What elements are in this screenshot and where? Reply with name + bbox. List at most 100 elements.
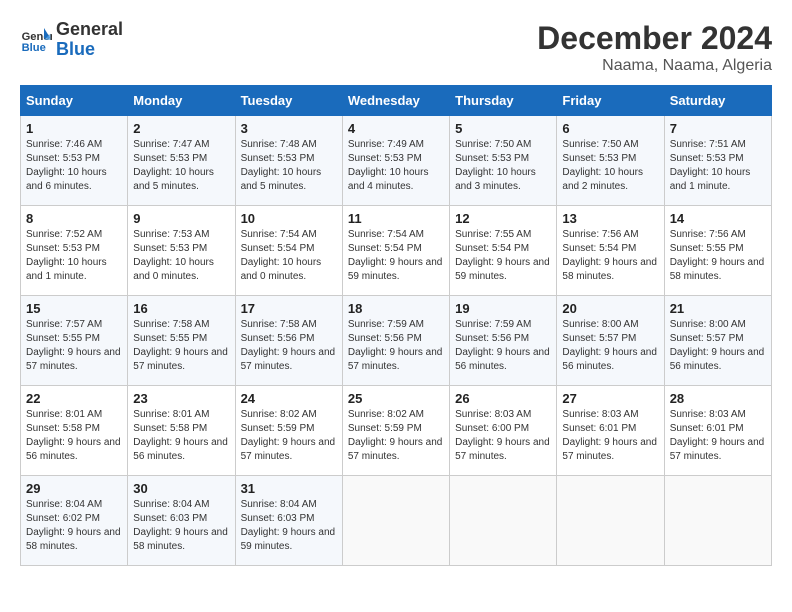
calendar-body: 1 Sunrise: 7:46 AMSunset: 5:53 PMDayligh… bbox=[21, 116, 772, 566]
day-num: 22 bbox=[26, 391, 122, 406]
day-info: Sunrise: 8:02 AMSunset: 5:59 PMDaylight:… bbox=[241, 408, 337, 464]
calendar-day-25: 25 Sunrise: 8:02 AMSunset: 5:59 PMDaylig… bbox=[342, 386, 449, 476]
day-info: Sunrise: 7:50 AMSunset: 5:53 PMDaylight:… bbox=[562, 138, 658, 194]
day-info: Sunrise: 7:59 AMSunset: 5:56 PMDaylight:… bbox=[455, 318, 551, 374]
calendar-day-19: 19 Sunrise: 7:59 AMSunset: 5:56 PMDaylig… bbox=[450, 296, 557, 386]
svg-text:Blue: Blue bbox=[22, 42, 46, 54]
day-info: Sunrise: 7:47 AMSunset: 5:53 PMDaylight:… bbox=[133, 138, 229, 194]
day-num: 31 bbox=[241, 481, 337, 496]
calendar-day-18: 18 Sunrise: 7:59 AMSunset: 5:56 PMDaylig… bbox=[342, 296, 449, 386]
location: Naama, Naama, Algeria bbox=[537, 57, 772, 75]
logo-text: General Blue bbox=[56, 20, 123, 60]
day-info: Sunrise: 8:00 AMSunset: 5:57 PMDaylight:… bbox=[670, 318, 766, 374]
day-num: 6 bbox=[562, 121, 658, 136]
day-info: Sunrise: 7:58 AMSunset: 5:55 PMDaylight:… bbox=[133, 318, 229, 374]
calendar-day-7: 7 Sunrise: 7:51 AMSunset: 5:53 PMDayligh… bbox=[664, 116, 771, 206]
calendar-day-3: 3 Sunrise: 7:48 AMSunset: 5:53 PMDayligh… bbox=[235, 116, 342, 206]
calendar-day-16: 16 Sunrise: 7:58 AMSunset: 5:55 PMDaylig… bbox=[128, 296, 235, 386]
day-info: Sunrise: 7:57 AMSunset: 5:55 PMDaylight:… bbox=[26, 318, 122, 374]
calendar-day-13: 13 Sunrise: 7:56 AMSunset: 5:54 PMDaylig… bbox=[557, 206, 664, 296]
day-num: 10 bbox=[241, 211, 337, 226]
day-info: Sunrise: 7:58 AMSunset: 5:56 PMDaylight:… bbox=[241, 318, 337, 374]
day-info: Sunrise: 8:04 AMSunset: 6:03 PMDaylight:… bbox=[133, 498, 229, 554]
day-info: Sunrise: 8:02 AMSunset: 5:59 PMDaylight:… bbox=[348, 408, 444, 464]
calendar-day-30: 30 Sunrise: 8:04 AMSunset: 6:03 PMDaylig… bbox=[128, 476, 235, 566]
calendar-day-5: 5 Sunrise: 7:50 AMSunset: 5:53 PMDayligh… bbox=[450, 116, 557, 206]
day-num: 17 bbox=[241, 301, 337, 316]
day-header-monday: Monday bbox=[128, 86, 235, 116]
day-info: Sunrise: 7:53 AMSunset: 5:53 PMDaylight:… bbox=[133, 228, 229, 284]
day-info: Sunrise: 7:51 AMSunset: 5:53 PMDaylight:… bbox=[670, 138, 766, 194]
calendar-day-4: 4 Sunrise: 7:49 AMSunset: 5:53 PMDayligh… bbox=[342, 116, 449, 206]
day-info: Sunrise: 7:48 AMSunset: 5:53 PMDaylight:… bbox=[241, 138, 337, 194]
day-info: Sunrise: 8:00 AMSunset: 5:57 PMDaylight:… bbox=[562, 318, 658, 374]
calendar-day-12: 12 Sunrise: 7:55 AMSunset: 5:54 PMDaylig… bbox=[450, 206, 557, 296]
day-num: 28 bbox=[670, 391, 766, 406]
calendar-day-22: 22 Sunrise: 8:01 AMSunset: 5:58 PMDaylig… bbox=[21, 386, 128, 476]
day-info: Sunrise: 8:04 AMSunset: 6:02 PMDaylight:… bbox=[26, 498, 122, 554]
calendar-day-9: 9 Sunrise: 7:53 AMSunset: 5:53 PMDayligh… bbox=[128, 206, 235, 296]
day-info: Sunrise: 8:03 AMSunset: 6:01 PMDaylight:… bbox=[670, 408, 766, 464]
calendar-week-5: 29 Sunrise: 8:04 AMSunset: 6:02 PMDaylig… bbox=[21, 476, 772, 566]
calendar-week-2: 8 Sunrise: 7:52 AMSunset: 5:53 PMDayligh… bbox=[21, 206, 772, 296]
day-num: 21 bbox=[670, 301, 766, 316]
day-info: Sunrise: 7:50 AMSunset: 5:53 PMDaylight:… bbox=[455, 138, 551, 194]
day-header-thursday: Thursday bbox=[450, 86, 557, 116]
day-num: 5 bbox=[455, 121, 551, 136]
empty-cell bbox=[557, 476, 664, 566]
calendar-day-17: 17 Sunrise: 7:58 AMSunset: 5:56 PMDaylig… bbox=[235, 296, 342, 386]
calendar-day-10: 10 Sunrise: 7:54 AMSunset: 5:54 PMDaylig… bbox=[235, 206, 342, 296]
day-num: 24 bbox=[241, 391, 337, 406]
day-num: 13 bbox=[562, 211, 658, 226]
day-num: 11 bbox=[348, 211, 444, 226]
day-num: 7 bbox=[670, 121, 766, 136]
day-header-tuesday: Tuesday bbox=[235, 86, 342, 116]
day-info: Sunrise: 7:49 AMSunset: 5:53 PMDaylight:… bbox=[348, 138, 444, 194]
calendar-day-8: 8 Sunrise: 7:52 AMSunset: 5:53 PMDayligh… bbox=[21, 206, 128, 296]
day-num: 18 bbox=[348, 301, 444, 316]
page-header: General Blue General Blue December 2024 … bbox=[20, 20, 772, 75]
day-info: Sunrise: 7:55 AMSunset: 5:54 PMDaylight:… bbox=[455, 228, 551, 284]
calendar-week-4: 22 Sunrise: 8:01 AMSunset: 5:58 PMDaylig… bbox=[21, 386, 772, 476]
day-num: 8 bbox=[26, 211, 122, 226]
calendar-day-28: 28 Sunrise: 8:03 AMSunset: 6:01 PMDaylig… bbox=[664, 386, 771, 476]
calendar-day-21: 21 Sunrise: 8:00 AMSunset: 5:57 PMDaylig… bbox=[664, 296, 771, 386]
day-info: Sunrise: 7:59 AMSunset: 5:56 PMDaylight:… bbox=[348, 318, 444, 374]
day-num: 25 bbox=[348, 391, 444, 406]
calendar-day-24: 24 Sunrise: 8:02 AMSunset: 5:59 PMDaylig… bbox=[235, 386, 342, 476]
day-info: Sunrise: 8:01 AMSunset: 5:58 PMDaylight:… bbox=[26, 408, 122, 464]
calendar-day-6: 6 Sunrise: 7:50 AMSunset: 5:53 PMDayligh… bbox=[557, 116, 664, 206]
day-num: 14 bbox=[670, 211, 766, 226]
day-num: 20 bbox=[562, 301, 658, 316]
day-info: Sunrise: 8:03 AMSunset: 6:00 PMDaylight:… bbox=[455, 408, 551, 464]
calendar-day-2: 2 Sunrise: 7:47 AMSunset: 5:53 PMDayligh… bbox=[128, 116, 235, 206]
day-num: 3 bbox=[241, 121, 337, 136]
calendar-day-11: 11 Sunrise: 7:54 AMSunset: 5:54 PMDaylig… bbox=[342, 206, 449, 296]
day-num: 30 bbox=[133, 481, 229, 496]
day-info: Sunrise: 7:54 AMSunset: 5:54 PMDaylight:… bbox=[241, 228, 337, 284]
day-info: Sunrise: 7:46 AMSunset: 5:53 PMDaylight:… bbox=[26, 138, 122, 194]
day-num: 27 bbox=[562, 391, 658, 406]
day-num: 15 bbox=[26, 301, 122, 316]
calendar-day-26: 26 Sunrise: 8:03 AMSunset: 6:00 PMDaylig… bbox=[450, 386, 557, 476]
day-num: 4 bbox=[348, 121, 444, 136]
calendar-week-1: 1 Sunrise: 7:46 AMSunset: 5:53 PMDayligh… bbox=[21, 116, 772, 206]
calendar-table: SundayMondayTuesdayWednesdayThursdayFrid… bbox=[20, 85, 772, 566]
calendar-day-29: 29 Sunrise: 8:04 AMSunset: 6:02 PMDaylig… bbox=[21, 476, 128, 566]
logo-icon: General Blue bbox=[20, 24, 52, 56]
day-num: 23 bbox=[133, 391, 229, 406]
day-header-friday: Friday bbox=[557, 86, 664, 116]
day-num: 29 bbox=[26, 481, 122, 496]
calendar-day-20: 20 Sunrise: 8:00 AMSunset: 5:57 PMDaylig… bbox=[557, 296, 664, 386]
day-info: Sunrise: 7:56 AMSunset: 5:54 PMDaylight:… bbox=[562, 228, 658, 284]
logo: General Blue General Blue bbox=[20, 20, 123, 60]
day-info: Sunrise: 7:54 AMSunset: 5:54 PMDaylight:… bbox=[348, 228, 444, 284]
calendar-week-3: 15 Sunrise: 7:57 AMSunset: 5:55 PMDaylig… bbox=[21, 296, 772, 386]
day-info: Sunrise: 7:56 AMSunset: 5:55 PMDaylight:… bbox=[670, 228, 766, 284]
title-block: December 2024 Naama, Naama, Algeria bbox=[537, 20, 772, 75]
calendar-day-31: 31 Sunrise: 8:04 AMSunset: 6:03 PMDaylig… bbox=[235, 476, 342, 566]
day-num: 16 bbox=[133, 301, 229, 316]
day-num: 2 bbox=[133, 121, 229, 136]
calendar-day-14: 14 Sunrise: 7:56 AMSunset: 5:55 PMDaylig… bbox=[664, 206, 771, 296]
day-info: Sunrise: 7:52 AMSunset: 5:53 PMDaylight:… bbox=[26, 228, 122, 284]
